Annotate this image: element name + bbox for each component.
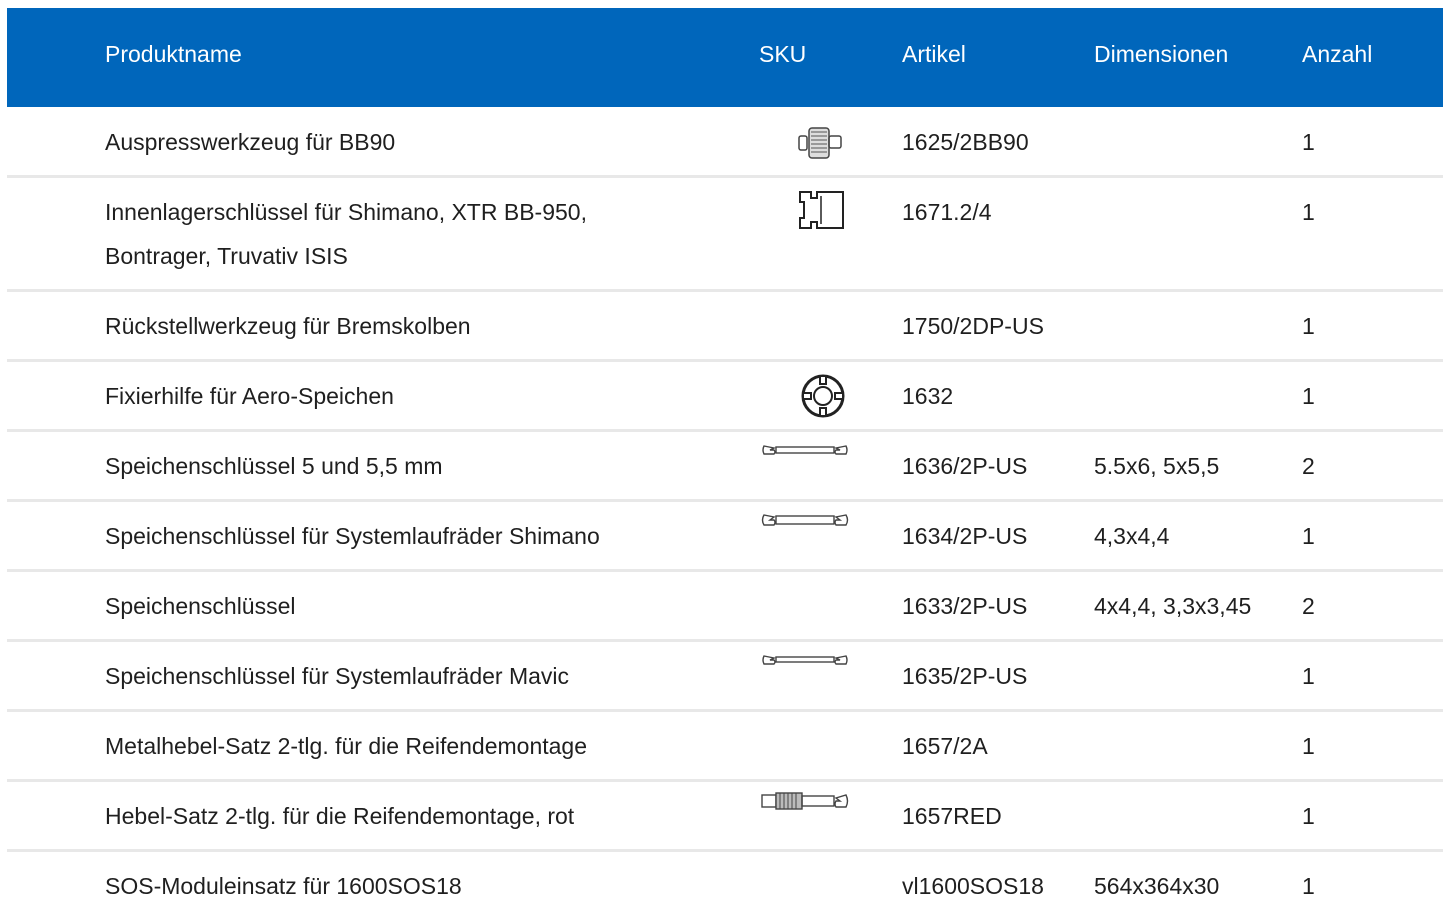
article-number: 1657RED	[902, 803, 1002, 829]
spoke-wrench-icon	[760, 650, 850, 670]
product-name: Speichenschlüssel für Systemlaufräder Ma…	[105, 663, 570, 689]
quantity: 1	[1302, 803, 1315, 829]
table-row[interactable]: Rückstellwerkzeug für Bremskolben 1750/2…	[7, 292, 1443, 362]
table-row[interactable]: Fixierhilfe für Aero-Speichen 1632 1	[7, 362, 1443, 432]
quantity: 1	[1302, 523, 1315, 549]
dimensions: 4x4,4, 3,3x3,45	[1094, 593, 1252, 619]
table-row[interactable]: Speichenschlüssel für Systemlaufräder Sh…	[7, 502, 1443, 572]
table-row[interactable]: Auspresswerkzeug für BB90 1625/2BB90 1	[7, 107, 1443, 178]
quantity: 1	[1302, 873, 1315, 899]
sku-cell	[757, 642, 850, 692]
product-name: Speichenschlüssel für Systemlaufräder Sh…	[105, 523, 600, 549]
sku-cell	[757, 188, 847, 238]
spoke-holder-icon	[800, 373, 846, 419]
table-row[interactable]: Hebel-Satz 2-tlg. für die Reifendemontag…	[7, 782, 1443, 852]
sku-cell	[757, 117, 847, 167]
bottom-bracket-tool-icon	[797, 188, 847, 234]
dimensions: 564x364x30	[1094, 873, 1220, 899]
article-number: vl1600SOS18	[902, 873, 1044, 899]
article-number: 1634/2P-US	[902, 523, 1028, 549]
dimensions: 5.5x6, 5x5,5	[1094, 453, 1220, 479]
sku-cell	[757, 782, 850, 832]
table-row[interactable]: Innenlagerschlüssel für Shimano, XTR BB-…	[7, 178, 1443, 292]
product-name-line2: Bontrager, Truvativ ISIS	[105, 243, 348, 269]
quantity: 2	[1302, 453, 1315, 479]
table-row[interactable]: SOS-Moduleinsatz für 1600SOS18 vl1600SOS…	[7, 852, 1443, 919]
header-dimensionen[interactable]: Dimensionen	[1094, 8, 1228, 100]
sku-cell	[757, 372, 847, 422]
header-produktname[interactable]: Produktname	[105, 8, 242, 100]
spoke-wrench-icon	[760, 510, 850, 530]
article-number: 1750/2DP-US	[902, 313, 1044, 339]
table-row[interactable]: Speichenschlüssel für Systemlaufräder Ma…	[7, 642, 1443, 712]
article-number: 1635/2P-US	[902, 663, 1028, 689]
quantity: 1	[1302, 313, 1315, 339]
quantity: 1	[1302, 199, 1315, 225]
article-number: 1625/2BB90	[902, 129, 1029, 155]
product-name: Auspresswerkzeug für BB90	[105, 129, 396, 155]
quantity: 1	[1302, 733, 1315, 759]
article-number: 1657/2A	[902, 733, 988, 759]
product-name: Speichenschlüssel	[105, 593, 296, 619]
tire-lever-icon	[760, 790, 850, 812]
product-table: Produktname SKU Artikel Dimensionen Anza…	[7, 8, 1443, 919]
dimensions: 4,3x4,4	[1094, 523, 1170, 549]
table-row[interactable]: Speichenschlüssel 5 und 5,5 mm 1636/2P-U…	[7, 432, 1443, 502]
product-name: SOS-Moduleinsatz für 1600SOS18	[105, 873, 462, 899]
sku-cell	[757, 502, 850, 552]
product-name: Fixierhilfe für Aero-Speichen	[105, 383, 394, 409]
header-artikel[interactable]: Artikel	[902, 8, 966, 100]
product-name: Rückstellwerkzeug für Bremskolben	[105, 313, 471, 339]
article-number: 1671.2/4	[902, 199, 992, 225]
header-sku[interactable]: SKU	[759, 8, 806, 100]
table-header: Produktname SKU Artikel Dimensionen Anza…	[7, 8, 1443, 107]
article-number: 1636/2P-US	[902, 453, 1028, 479]
sku-cell	[757, 432, 850, 482]
quantity: 1	[1302, 663, 1315, 689]
product-name: Hebel-Satz 2-tlg. für die Reifendemontag…	[105, 803, 575, 829]
article-number: 1633/2P-US	[902, 593, 1028, 619]
header-anzahl[interactable]: Anzahl	[1302, 8, 1372, 100]
bearing-press-icon	[797, 122, 847, 162]
quantity: 1	[1302, 129, 1315, 155]
product-name: Metalhebel-Satz 2-tlg. für die Reifendem…	[105, 733, 588, 759]
table-row[interactable]: Speichenschlüssel 1633/2P-US 4x4,4, 3,3x…	[7, 572, 1443, 642]
quantity: 1	[1302, 383, 1315, 409]
product-name-line1: Innenlagerschlüssel für Shimano, XTR BB-…	[105, 199, 587, 225]
quantity: 2	[1302, 593, 1315, 619]
product-name: Speichenschlüssel 5 und 5,5 mm	[105, 453, 443, 479]
table-row[interactable]: Metalhebel-Satz 2-tlg. für die Reifendem…	[7, 712, 1443, 782]
article-number: 1632	[902, 383, 954, 409]
spoke-wrench-icon	[760, 440, 850, 460]
